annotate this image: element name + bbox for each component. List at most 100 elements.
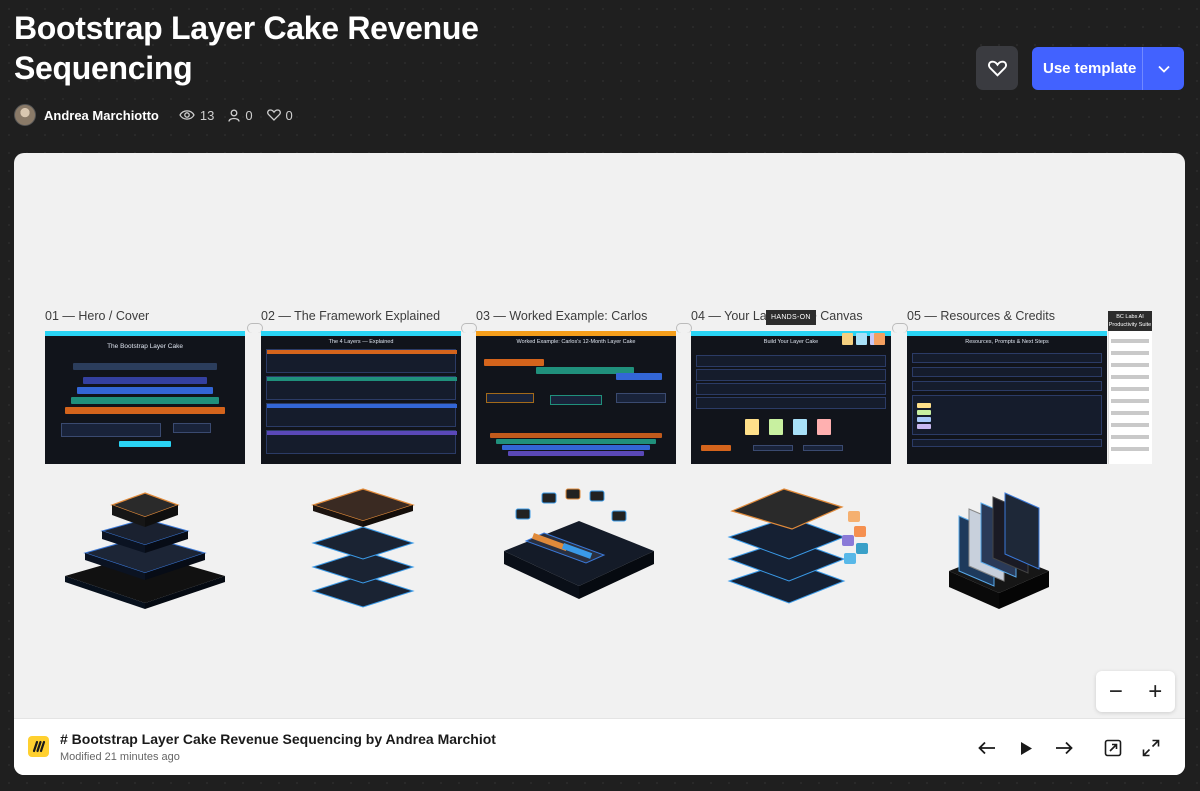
color-swatch bbox=[917, 410, 931, 415]
cake-layer bbox=[77, 387, 213, 394]
page-title: Bootstrap Layer Cake Revenue Sequencing bbox=[14, 10, 479, 86]
resource-row bbox=[912, 439, 1102, 447]
cake-layer bbox=[73, 363, 217, 370]
cake-layer bbox=[496, 439, 656, 444]
board-meta: Andrea Marchiotto 13 0 0 bbox=[14, 103, 307, 127]
info-box bbox=[486, 393, 534, 403]
eye-icon bbox=[179, 110, 195, 120]
views-stat: 13 bbox=[179, 108, 214, 123]
layer-row bbox=[266, 403, 457, 427]
use-template-dropdown[interactable] bbox=[1143, 47, 1184, 90]
timeline-bar bbox=[484, 359, 544, 366]
info-box bbox=[616, 393, 666, 403]
minus-icon[interactable]: − bbox=[1109, 679, 1123, 704]
avatar[interactable] bbox=[14, 104, 36, 126]
heart-icon bbox=[266, 109, 281, 121]
frame-hero-cover[interactable]: The Bootstrap Layer Cake bbox=[45, 331, 245, 464]
fullscreen-icon bbox=[1142, 739, 1160, 757]
info-box bbox=[753, 445, 793, 451]
resource-row bbox=[912, 381, 1102, 391]
frame-label-2[interactable]: 02 — The Framework Explained bbox=[261, 309, 440, 323]
suite-note: BC Labs AI Productivity Suite bbox=[1108, 311, 1152, 331]
frame-canvas[interactable]: Build Your Layer Cake bbox=[691, 331, 891, 464]
cake-layer bbox=[701, 445, 731, 451]
previous-button[interactable] bbox=[974, 735, 1000, 761]
sticky-note bbox=[856, 333, 867, 345]
modified-time: Modified 21 minutes ago bbox=[60, 751, 180, 763]
cake-layer bbox=[83, 377, 207, 384]
user-icon bbox=[228, 109, 240, 122]
cake-layer bbox=[65, 407, 225, 414]
info-box bbox=[803, 445, 843, 451]
chevron-down-icon bbox=[1157, 65, 1170, 73]
open-board-button[interactable] bbox=[1100, 735, 1126, 761]
color-swatch bbox=[917, 424, 931, 429]
open-external-icon bbox=[1104, 739, 1122, 757]
canvas-row bbox=[696, 383, 886, 395]
like-button[interactable] bbox=[976, 46, 1018, 90]
frame-inner-title: The 4 Layers — Explained bbox=[328, 339, 394, 345]
play-button[interactable] bbox=[1013, 735, 1039, 761]
layer-row bbox=[266, 430, 457, 454]
cta-button bbox=[119, 441, 171, 447]
likes-count: 0 bbox=[285, 107, 293, 123]
board-preview[interactable]: 01 — Hero / Cover 02 — The Framework Exp… bbox=[14, 153, 1185, 775]
sticky-note bbox=[793, 419, 807, 435]
heart-icon bbox=[987, 60, 1007, 77]
hands-on-tag: HANDS-ON bbox=[766, 310, 816, 325]
frame-label-3[interactable]: 03 — Worked Example: Carlos bbox=[476, 309, 647, 323]
use-template-label: Use template bbox=[1043, 60, 1137, 77]
cake-layer bbox=[502, 445, 650, 450]
fullscreen-button[interactable] bbox=[1138, 735, 1164, 761]
frame-label-1[interactable]: 01 — Hero / Cover bbox=[45, 309, 149, 323]
cake-layer bbox=[490, 433, 662, 438]
cake-layer bbox=[71, 397, 219, 404]
miro-logo-icon bbox=[28, 736, 49, 757]
frame-accent-bar bbox=[45, 331, 245, 336]
info-box bbox=[61, 423, 161, 437]
frame-framework[interactable]: The 4 Layers — Explained bbox=[261, 331, 461, 464]
sticky-note bbox=[745, 419, 759, 435]
arrow-right-icon bbox=[1056, 741, 1073, 755]
board-footer: # Bootstrap Layer Cake Revenue Sequencin… bbox=[14, 718, 1185, 775]
timeline-bar bbox=[616, 373, 662, 380]
frame-accent-bar bbox=[476, 331, 676, 336]
views-count: 13 bbox=[199, 107, 215, 123]
sticky-note bbox=[842, 333, 853, 345]
connector-line bbox=[461, 323, 477, 333]
next-button[interactable] bbox=[1051, 735, 1077, 761]
connector-line bbox=[676, 323, 692, 333]
plus-icon[interactable]: + bbox=[1148, 679, 1162, 704]
use-template-button[interactable]: Use template bbox=[1032, 47, 1184, 90]
cake-layer bbox=[508, 451, 644, 456]
file-holder-illustration bbox=[949, 492, 1049, 609]
sticky-note bbox=[817, 419, 831, 435]
layer-row bbox=[266, 376, 457, 400]
layer-row bbox=[266, 349, 457, 373]
color-swatch bbox=[917, 417, 931, 422]
canvas-row bbox=[696, 369, 886, 381]
connector-line bbox=[892, 323, 908, 333]
author-name[interactable]: Andrea Marchiotto bbox=[44, 108, 159, 123]
play-icon bbox=[1021, 741, 1032, 755]
canvas-row bbox=[696, 397, 886, 409]
sticky-note bbox=[874, 333, 885, 345]
layers-with-notes-illustration bbox=[727, 488, 868, 604]
color-swatch bbox=[917, 403, 931, 408]
frame-resources[interactable]: Resources, Prompts & Next Steps bbox=[907, 331, 1107, 464]
zoom-controls: − + bbox=[1096, 671, 1175, 712]
users-count: 0 bbox=[245, 107, 253, 123]
frame-inner-title: Worked Example: Carlos's 12-Month Layer … bbox=[516, 339, 636, 345]
frame-accent-bar bbox=[907, 331, 1107, 336]
layer-stack-illustration bbox=[65, 492, 225, 609]
suite-strip bbox=[1108, 331, 1152, 464]
board-title: # Bootstrap Layer Cake Revenue Sequencin… bbox=[60, 731, 496, 747]
info-box bbox=[173, 423, 211, 433]
frame-worked-example[interactable]: Worked Example: Carlos's 12-Month Layer … bbox=[476, 331, 676, 464]
frame-label-5[interactable]: 05 — Resources & Credits bbox=[907, 309, 1055, 323]
resource-row bbox=[912, 353, 1102, 363]
users-stat: 0 bbox=[228, 107, 253, 123]
stacked-plates-illustration bbox=[311, 488, 415, 608]
canvas-row bbox=[696, 355, 886, 367]
dashboard-illustration bbox=[504, 488, 654, 599]
